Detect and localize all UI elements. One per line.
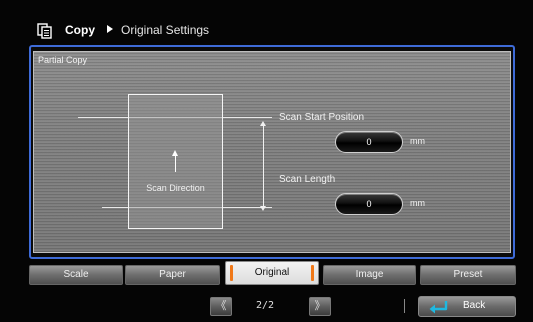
scan-length-field[interactable]: 0 (335, 193, 403, 215)
scan-start-position-label: Scan Start Position (279, 112, 365, 123)
tab-original[interactable]: Original (225, 261, 319, 285)
tab-image[interactable]: Image (323, 265, 416, 285)
footer-divider (404, 299, 405, 313)
copy-original-settings-screen: Copy Original Settings Partial Copy Scan… (0, 0, 533, 322)
next-page-button[interactable]: 》 (309, 297, 331, 316)
page-indicator: 2/2 (256, 300, 275, 311)
scan-start-position-field[interactable]: 0 (335, 131, 403, 153)
scan-length-unit: mm (410, 198, 425, 208)
breadcrumb-arrow-icon (107, 25, 113, 33)
scan-direction-label: Scan Direction (146, 183, 205, 193)
scan-length-dimension-line (263, 124, 264, 209)
tab-original-label: Original (254, 267, 290, 278)
scan-start-position-unit: mm (410, 136, 425, 146)
section-label: Partial Copy (38, 55, 88, 65)
scan-direction-arrow-shaft (175, 154, 176, 172)
tab-active-bracket-right (311, 265, 314, 281)
return-arrow-icon (429, 301, 448, 314)
tab-paper[interactable]: Paper (125, 265, 220, 285)
partial-copy-panel: Partial Copy Scan Direction Scan Start P… (33, 51, 511, 253)
breadcrumb: Original Settings (121, 23, 210, 37)
tab-preset[interactable]: Preset (420, 265, 516, 285)
header: Copy Original Settings (0, 0, 533, 44)
copy-icon (37, 23, 52, 39)
scan-length-label: Scan Length (279, 174, 336, 185)
page-title: Copy (65, 23, 95, 37)
tab-active-bracket-left (230, 265, 233, 281)
back-button-label: Back (463, 300, 486, 311)
tab-scale[interactable]: Scale (29, 265, 123, 285)
previous-page-button[interactable]: 《 (210, 297, 232, 316)
back-button[interactable]: Back (418, 296, 516, 317)
scan-length-arrow-down-icon (260, 206, 266, 211)
